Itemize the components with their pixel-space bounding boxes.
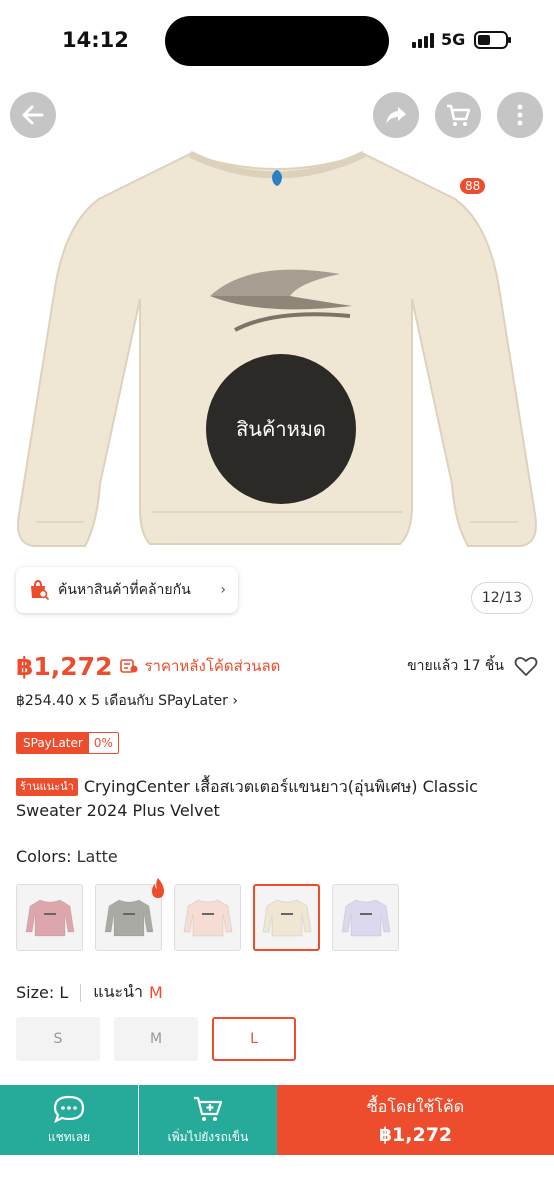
more-vertical-icon [517, 104, 523, 126]
chat-icon [53, 1095, 85, 1123]
buy-label: ซื้อโดยใช้โค้ด [366, 1096, 465, 1116]
color-swatch[interactable] [332, 884, 399, 951]
color-swatches [16, 878, 399, 951]
coupon-icon [120, 659, 138, 673]
size-label-text: Size: [16, 983, 55, 1002]
add-cart-icon [194, 1096, 223, 1121]
product-gallery[interactable]: 88 สินค้าหมด [0, 84, 554, 624]
sweater-thumbnail-icon [24, 898, 75, 936]
buy-price: ฿1,272 [378, 1123, 453, 1146]
cart-button[interactable] [435, 92, 481, 138]
cart-count-badge: 88 [458, 176, 488, 196]
heart-icon[interactable] [514, 655, 538, 677]
battery-icon [474, 31, 511, 49]
back-button[interactable] [10, 92, 56, 138]
network-label: 5G [441, 30, 466, 49]
home-indicator-area [0, 1155, 554, 1200]
more-button[interactable] [497, 92, 543, 138]
find-similar-label: ค้นหาสินค้าที่คล้ายกัน [58, 582, 191, 598]
image-counter: 12/13 [471, 582, 533, 614]
size-option-l[interactable]: L [212, 1017, 296, 1061]
discount-note[interactable]: ราคาหลังโค้ดส่วนลด [144, 654, 280, 678]
price-row: ฿1,272 ราคาหลังโค้ดส่วนลด ขายแล้ว 17 ชิ้… [16, 646, 538, 686]
selected-size: L [59, 983, 69, 1002]
color-swatch[interactable] [16, 884, 83, 951]
size-option-m[interactable]: M [114, 1017, 198, 1061]
add-to-cart-label: เพิ่มไปยังรถเข็น [167, 1129, 249, 1144]
find-similar-button[interactable]: ค้นหาสินค้าที่คล้ายกัน › [16, 567, 238, 613]
sweater-thumbnail-icon [103, 898, 154, 936]
size-options: SML [16, 1017, 296, 1061]
chat-label: แชทเลย [47, 1129, 91, 1144]
status-time: 14:12 [62, 28, 129, 52]
divider [80, 983, 82, 1002]
arrow-left-icon [22, 105, 44, 125]
sweater-thumbnail-icon [182, 898, 233, 936]
product-title-text: CryingCenter เสื้อสเวตเตอร์แขนยาว(อุ่นพิ… [16, 777, 478, 820]
buy-with-code-button[interactable]: ซื้อโดยใช้โค้ด ฿1,272 [277, 1085, 554, 1155]
bag-search-icon [31, 579, 50, 601]
color-swatch[interactable] [95, 878, 164, 951]
color-swatch[interactable] [174, 884, 241, 951]
status-bar: 14:12 5G [0, 0, 554, 84]
soldout-overlay: สินค้าหมด [206, 354, 356, 504]
chevron-right-icon: › [232, 693, 238, 709]
recommended-size: M [149, 983, 163, 1002]
sold-count: ขายแล้ว 17 ชิ้น [407, 658, 504, 674]
bottom-action-bar: แชทเลย เพิ่มไปยังรถเข็น ซื้อโดยใช้โค้ด ฿… [0, 1085, 554, 1155]
spaylater-rate: 0% [93, 736, 113, 750]
dynamic-island [165, 16, 389, 66]
price: ฿1,272 [16, 651, 113, 681]
colors-label: Colors: Latte [16, 847, 118, 866]
size-option-s[interactable]: S [16, 1017, 100, 1061]
recommend-label: แนะนำ [93, 982, 144, 1001]
share-button[interactable] [373, 92, 419, 138]
paylater-installment[interactable]: ฿254.40 x 5 เดือนกับ SPayLater › [16, 690, 238, 712]
chevron-right-icon: › [220, 582, 226, 598]
chat-button[interactable]: แชทเลย [0, 1085, 138, 1155]
cart-icon [447, 104, 471, 126]
colors-label-text: Colors: [16, 847, 72, 866]
signal-icon [412, 32, 434, 48]
selected-color: Latte [76, 847, 118, 866]
fire-icon [152, 878, 164, 898]
color-swatch[interactable] [253, 884, 320, 951]
share-icon [386, 107, 406, 124]
preferred-shop-badge: ร้านแนะนำ [16, 778, 78, 796]
size-label: Size: L แนะนำ M [16, 980, 163, 1005]
spaylater-tag: SPayLater 0% [16, 732, 119, 754]
spaylater-name: SPayLater [17, 733, 89, 753]
add-to-cart-button[interactable]: เพิ่มไปยังรถเข็น [139, 1085, 277, 1155]
paylater-text: ฿254.40 x 5 เดือนกับ SPayLater [16, 693, 228, 709]
product-title: ร้านแนะนำ CryingCenter เสื้อสเวตเตอร์แขนย… [16, 775, 536, 823]
sweater-thumbnail-icon [340, 898, 391, 936]
sweater-thumbnail-icon [261, 898, 312, 936]
